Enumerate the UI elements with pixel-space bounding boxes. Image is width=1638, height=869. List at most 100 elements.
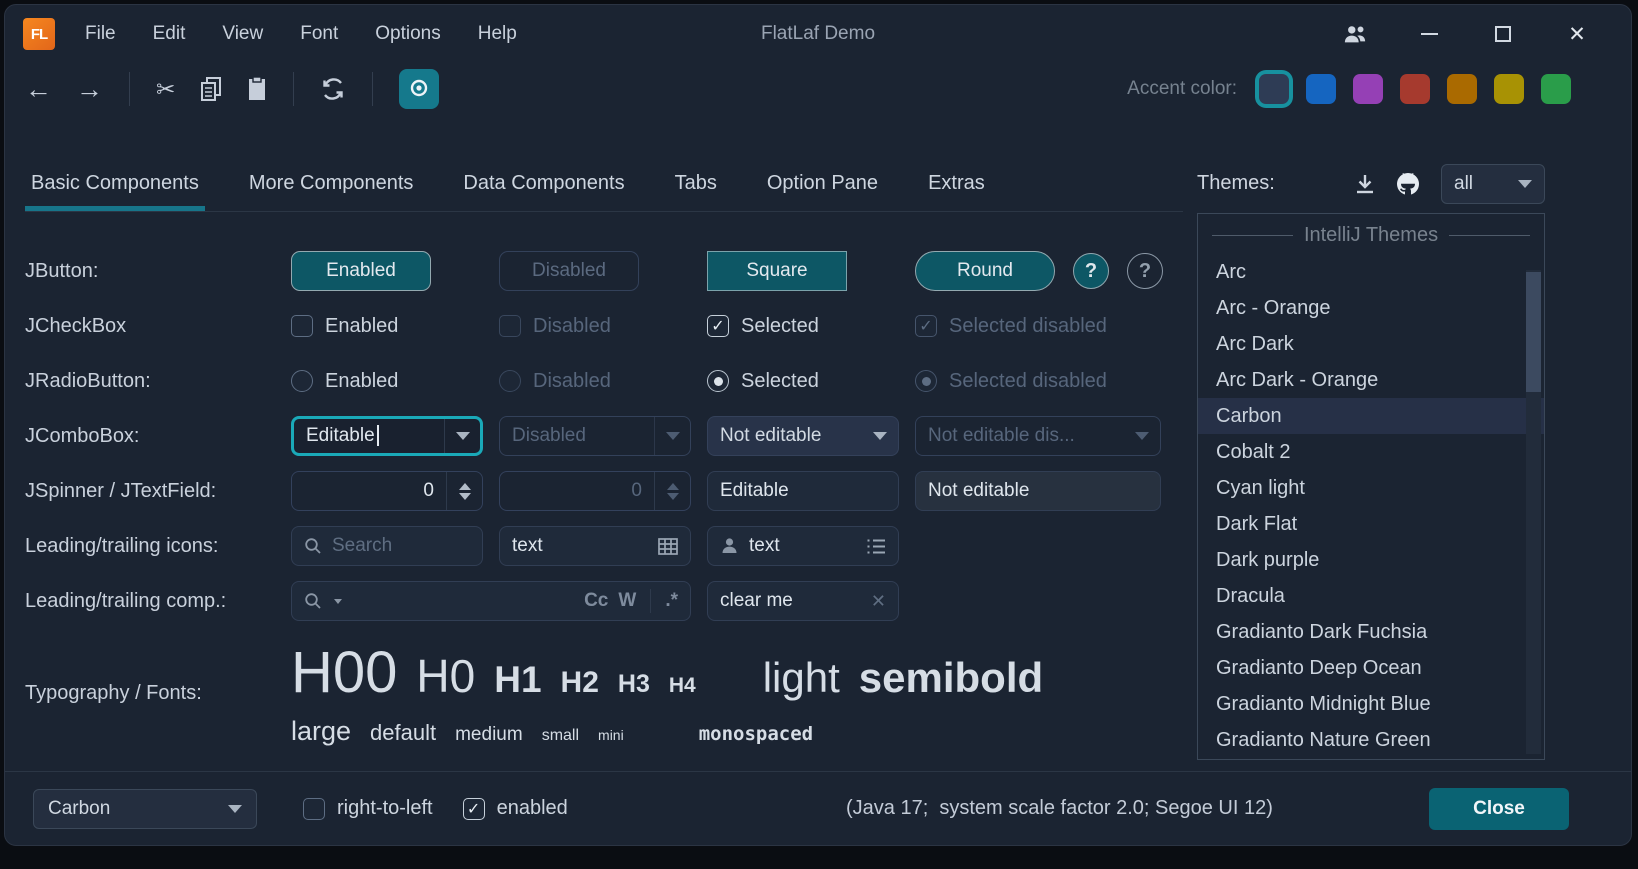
- maximize-button[interactable]: [1491, 22, 1515, 46]
- menu-options[interactable]: Options: [375, 23, 440, 45]
- spinner-down-icon[interactable]: [459, 493, 471, 500]
- theme-item[interactable]: Dark Flat: [1198, 506, 1544, 542]
- radio-selected[interactable]: Selected: [707, 370, 899, 393]
- accent-swatch-green[interactable]: [1541, 74, 1571, 104]
- textfield-user-list[interactable]: text: [707, 526, 899, 566]
- accent-swatch-blue[interactable]: [1306, 74, 1336, 104]
- search-field[interactable]: Search: [291, 526, 483, 566]
- enabled-button[interactable]: Enabled: [291, 251, 431, 291]
- menu-edit[interactable]: Edit: [153, 23, 186, 45]
- checkbox-selected[interactable]: ✓ Selected: [707, 315, 899, 338]
- tab-basic-components[interactable]: Basic Components: [29, 155, 201, 211]
- minimize-button[interactable]: [1417, 22, 1441, 46]
- round-button[interactable]: Round: [915, 251, 1055, 291]
- user-icon: [720, 537, 739, 555]
- search-icon: [304, 592, 322, 610]
- themes-list[interactable]: IntelliJ Themes Arc Arc - Orange Arc Dar…: [1197, 213, 1545, 760]
- square-button[interactable]: Square: [707, 251, 847, 291]
- theme-item[interactable]: Arc Dark - Orange: [1198, 362, 1544, 398]
- textfield-table-icon[interactable]: text: [499, 526, 691, 566]
- main-tab-bar: Basic Components More Components Data Co…: [25, 155, 1183, 212]
- regex-button[interactable]: .*: [665, 590, 678, 612]
- theme-item-selected[interactable]: Carbon: [1198, 398, 1544, 434]
- clearable-field[interactable]: clear me ✕: [707, 581, 899, 621]
- chevron-down-icon[interactable]: [873, 432, 887, 440]
- close-window-button[interactable]: ✕: [1565, 22, 1589, 46]
- accent-swatch-red[interactable]: [1400, 74, 1430, 104]
- cut-button[interactable]: ✂: [156, 78, 175, 101]
- copy-button[interactable]: [199, 76, 223, 102]
- spinner-enabled[interactable]: 0: [291, 471, 483, 511]
- theme-select[interactable]: Carbon: [33, 789, 257, 829]
- theme-item[interactable]: Gradianto Dark Fuchsia: [1198, 614, 1544, 650]
- menu-file[interactable]: File: [85, 23, 116, 45]
- spinner-up-icon[interactable]: [459, 483, 471, 490]
- h2-sample: H2: [561, 666, 599, 700]
- app-window: FL File Edit View Font Options Help Flat…: [4, 4, 1632, 846]
- radio-label: Enabled: [325, 370, 398, 393]
- menu-view[interactable]: View: [222, 23, 263, 45]
- users-icon[interactable]: [1343, 22, 1367, 46]
- checkbox-checked-icon: ✓: [915, 315, 937, 337]
- enabled-checkbox[interactable]: ✓ enabled: [463, 797, 568, 820]
- match-case-button[interactable]: Cc: [584, 590, 608, 612]
- chevron-down-icon[interactable]: [456, 432, 470, 440]
- theme-item[interactable]: Dracula: [1198, 578, 1544, 614]
- radio-enabled[interactable]: Enabled: [291, 370, 483, 393]
- themes-scrollbar-thumb[interactable]: [1526, 272, 1541, 392]
- menu-font[interactable]: Font: [300, 23, 338, 45]
- checkbox-selected-disabled: ✓ Selected disabled: [915, 315, 1177, 338]
- checkbox-enabled[interactable]: Enabled: [291, 315, 483, 338]
- theme-item[interactable]: Gradianto Nature Green: [1198, 722, 1544, 758]
- spinner-arrows[interactable]: [446, 472, 482, 510]
- combobox-editable[interactable]: Editable: [291, 416, 483, 456]
- radio-label: Disabled: [533, 370, 611, 393]
- back-button[interactable]: ←: [25, 76, 52, 103]
- search-field-with-options[interactable]: Cc W .*: [291, 581, 691, 621]
- help-button-filled[interactable]: ?: [1073, 253, 1109, 289]
- spinner-value[interactable]: 0: [292, 480, 446, 502]
- forward-button[interactable]: →: [76, 76, 103, 103]
- theme-item[interactable]: Cyan light: [1198, 470, 1544, 506]
- theme-item[interactable]: Dark purple: [1198, 542, 1544, 578]
- theme-item[interactable]: Arc: [1198, 254, 1544, 290]
- theme-filter-select[interactable]: all: [1441, 164, 1545, 204]
- paste-button[interactable]: [247, 76, 267, 102]
- tab-more-components[interactable]: More Components: [247, 155, 416, 211]
- theme-item[interactable]: Arc - Orange: [1198, 290, 1544, 326]
- toolbar-separator: [372, 72, 373, 106]
- help-button-outline[interactable]: ?: [1127, 253, 1163, 289]
- accent-swatch-orange[interactable]: [1447, 74, 1477, 104]
- tab-tabs[interactable]: Tabs: [673, 155, 719, 211]
- tab-data-components[interactable]: Data Components: [461, 155, 626, 211]
- tab-extras[interactable]: Extras: [926, 155, 987, 211]
- h0-sample: H0: [416, 649, 475, 703]
- checkbox-label: Enabled: [325, 315, 398, 338]
- rtl-checkbox[interactable]: right-to-left: [303, 797, 433, 820]
- combobox-disabled: Disabled: [499, 416, 691, 456]
- accent-swatch-default[interactable]: [1259, 74, 1289, 104]
- chevron-down-icon[interactable]: [334, 599, 342, 604]
- combobox-not-editable[interactable]: Not editable: [707, 416, 899, 456]
- chevron-down-icon: [1518, 180, 1532, 188]
- typography-label: Typography / Fonts:: [25, 682, 275, 705]
- menu-help[interactable]: Help: [478, 23, 517, 45]
- toolbar: ← → ✂: [5, 63, 1631, 115]
- accent-swatch-yellow[interactable]: [1494, 74, 1524, 104]
- combobox-value: Editable: [306, 425, 375, 446]
- theme-item[interactable]: Gradianto Midnight Blue: [1198, 686, 1544, 722]
- download-themes-button[interactable]: [1353, 172, 1377, 196]
- textfield-editable[interactable]: Editable: [707, 471, 899, 511]
- tab-option-pane[interactable]: Option Pane: [765, 155, 880, 211]
- github-button[interactable]: [1395, 171, 1421, 197]
- clear-icon[interactable]: ✕: [871, 591, 886, 612]
- refresh-button[interactable]: [320, 76, 346, 102]
- theme-item[interactable]: Gradianto Deep Ocean: [1198, 650, 1544, 686]
- accent-swatch-purple[interactable]: [1353, 74, 1383, 104]
- theme-item[interactable]: Arc Dark: [1198, 326, 1544, 362]
- whole-word-button[interactable]: W: [618, 590, 636, 612]
- inspect-toggle-button[interactable]: [399, 69, 439, 109]
- close-button[interactable]: Close: [1429, 788, 1569, 830]
- checkbox-label: Selected disabled: [949, 315, 1107, 338]
- theme-item[interactable]: Cobalt 2: [1198, 434, 1544, 470]
